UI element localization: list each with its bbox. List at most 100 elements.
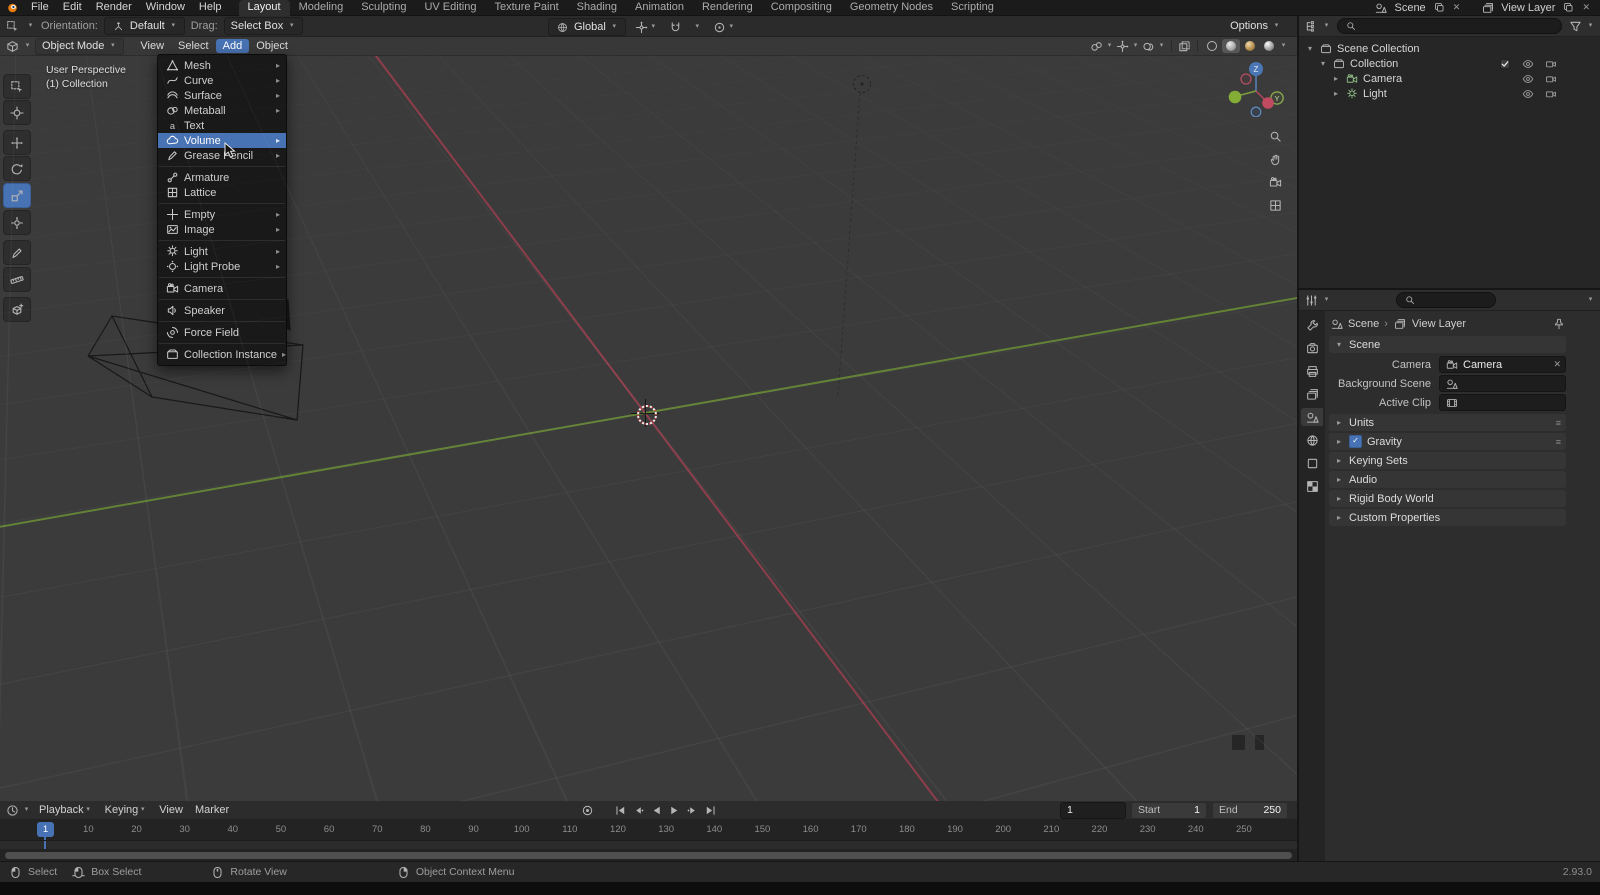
overlays-icon[interactable] <box>1141 39 1156 53</box>
scene-selector[interactable]: Scene <box>1392 2 1427 14</box>
outliner-search-field[interactable] <box>1337 18 1562 34</box>
display-mode-caret[interactable] <box>1322 20 1331 32</box>
workspace-tab-sculpting[interactable]: Sculpting <box>352 0 415 16</box>
timeline-menu-marker[interactable]: Marker <box>189 804 235 816</box>
scrollbar-thumb[interactable] <box>5 852 1292 859</box>
add-menu-item-volume[interactable]: Volume ▸ <box>158 133 286 148</box>
transform-orientation-dropdown[interactable]: Global <box>548 18 626 36</box>
tool-select-box[interactable] <box>3 74 31 99</box>
tool-dropdown-caret[interactable] <box>26 20 35 32</box>
workspace-tab-texture-paint[interactable]: Texture Paint <box>485 0 567 16</box>
new-scene-icon[interactable] <box>1432 1 1447 15</box>
eye-icon[interactable] <box>1520 57 1535 71</box>
add-menu-item-surface[interactable]: Surface ▸ <box>158 88 286 103</box>
prop-field-camera[interactable]: Camera ✕ <box>1439 356 1566 373</box>
pivot-point-dropdown[interactable] <box>632 19 660 35</box>
menu-render[interactable]: Render <box>89 0 139 15</box>
next-keyframe-button[interactable] <box>685 803 700 817</box>
tool-add-cube[interactable] <box>3 297 31 322</box>
tool-measure[interactable] <box>3 267 31 292</box>
add-menu-item-speaker[interactable]: Speaker <box>158 303 286 318</box>
properties-tab-tool[interactable] <box>1301 316 1323 334</box>
workspace-tab-modeling[interactable]: Modeling <box>290 0 353 16</box>
snap-dropdown[interactable] <box>691 19 704 35</box>
add-menu-item-text[interactable]: a Text <box>158 118 286 133</box>
workspace-tab-compositing[interactable]: Compositing <box>762 0 841 16</box>
timeline-track[interactable] <box>0 841 1297 849</box>
object-visibility-icon[interactable] <box>1089 39 1104 53</box>
breadcrumb-scene[interactable]: Scene <box>1348 318 1379 330</box>
pan-hand-icon[interactable] <box>1268 152 1283 166</box>
outliner-row-camera[interactable]: ▸ Camera <box>1299 71 1600 86</box>
properties-options-caret[interactable] <box>1586 294 1595 306</box>
viewport-3d[interactable]: Object Mode ViewSelectAddObject <box>0 37 1297 801</box>
editor-type-icon[interactable] <box>5 39 20 53</box>
workspace-tab-shading[interactable]: Shading <box>568 0 626 16</box>
menu-edit[interactable]: Edit <box>56 0 89 15</box>
timeline-ruler[interactable]: 1 10 20 30 40 50 60 70 80 90 100 110 120 130 140 150 16… <box>0 820 1297 841</box>
mode-dropdown[interactable]: Object Mode <box>35 37 125 55</box>
editor-type-icon[interactable] <box>5 803 20 817</box>
properties-tab-object[interactable] <box>1301 454 1323 472</box>
play-reverse-button[interactable] <box>649 803 664 817</box>
editor-type-caret[interactable] <box>22 804 31 816</box>
options-dropdown[interactable]: Options <box>1223 17 1288 35</box>
disclosure-open-icon[interactable]: ▾ <box>1305 44 1315 53</box>
editor-type-icon[interactable] <box>1304 293 1319 307</box>
orthographic-toggle-icon[interactable] <box>1268 198 1283 212</box>
xray-toggle-icon[interactable] <box>1177 39 1192 53</box>
viewport-menu-add[interactable]: Add <box>215 39 250 53</box>
menu-file[interactable]: File <box>24 0 56 15</box>
properties-tab-render[interactable] <box>1301 339 1323 357</box>
properties-search-field[interactable] <box>1396 292 1496 308</box>
checkbox-gravity[interactable]: ✓ <box>1349 435 1362 448</box>
shading-solid-button[interactable] <box>1222 39 1240 53</box>
proportional-editing-toggle[interactable] <box>710 19 738 35</box>
blender-logo-icon[interactable] <box>5 1 20 15</box>
start-frame-field[interactable]: Start 1 <box>1131 801 1207 819</box>
remove-view-layer-icon[interactable]: ✕ <box>1580 2 1592 13</box>
properties-tab-output[interactable] <box>1301 362 1323 380</box>
workspace-tab-layout[interactable]: Layout <box>238 0 290 16</box>
menu-help[interactable]: Help <box>192 0 229 15</box>
new-view-layer-icon[interactable] <box>1561 1 1576 15</box>
properties-tab-scene[interactable] <box>1301 408 1323 426</box>
pin-icon[interactable] <box>1551 317 1566 331</box>
add-menu-item-armature[interactable]: Armature <box>158 170 286 185</box>
breadcrumb-view-layer[interactable]: View Layer <box>1412 318 1466 330</box>
shading-material-button[interactable] <box>1241 39 1259 53</box>
camera-toggle-icon[interactable] <box>1543 72 1558 86</box>
gizmos-icon[interactable] <box>1115 39 1130 53</box>
tool-rotate[interactable] <box>3 156 31 181</box>
outliner-row-scene-collection[interactable]: ▾ Scene Collection <box>1299 41 1600 56</box>
add-menu-item-image[interactable]: Image ▸ <box>158 222 286 237</box>
tool-scale[interactable] <box>3 183 31 208</box>
section-keying-sets[interactable]: ▸ Keying Sets <box>1329 452 1566 469</box>
prop-field-background-scene[interactable] <box>1439 375 1566 392</box>
properties-tab-view-layer[interactable] <box>1301 385 1323 403</box>
viewport-menu-object[interactable]: Object <box>249 39 295 53</box>
disclosure-closed-icon[interactable]: ▸ <box>1331 89 1341 98</box>
filter-caret[interactable] <box>1586 20 1595 32</box>
editor-type-icon[interactable] <box>1304 19 1319 33</box>
navigation-gizmo[interactable]: Y Z <box>1228 59 1286 118</box>
timeline-menu-view[interactable]: View <box>153 804 189 816</box>
camera-view-icon[interactable] <box>1268 175 1283 189</box>
camera-toggle-icon[interactable] <box>1543 57 1558 71</box>
workspace-tab-animation[interactable]: Animation <box>626 0 693 16</box>
camera-toggle-icon[interactable] <box>1543 87 1558 101</box>
add-menu-item-mesh[interactable]: Mesh ▸ <box>158 58 286 73</box>
shading-rendered-button[interactable] <box>1260 39 1278 53</box>
end-frame-field[interactable]: End 250 <box>1212 801 1288 819</box>
eye-icon[interactable] <box>1520 72 1535 86</box>
jump-to-end-button[interactable] <box>703 803 718 817</box>
snap-toggle[interactable] <box>666 19 685 35</box>
tool-cursor[interactable] <box>3 100 31 125</box>
section-gravity[interactable]: ▸ ✓ Gravity ≡ <box>1329 433 1566 450</box>
clear-icon[interactable]: ✕ <box>1553 359 1561 370</box>
viewport-menu-select[interactable]: Select <box>171 39 216 53</box>
auto-keying-toggle[interactable] <box>580 803 595 817</box>
disclosure-open-icon[interactable]: ▾ <box>1318 59 1328 68</box>
add-menu-item-light-probe[interactable]: Light Probe ▸ <box>158 259 286 274</box>
viewport-menu-view[interactable]: View <box>133 39 171 53</box>
